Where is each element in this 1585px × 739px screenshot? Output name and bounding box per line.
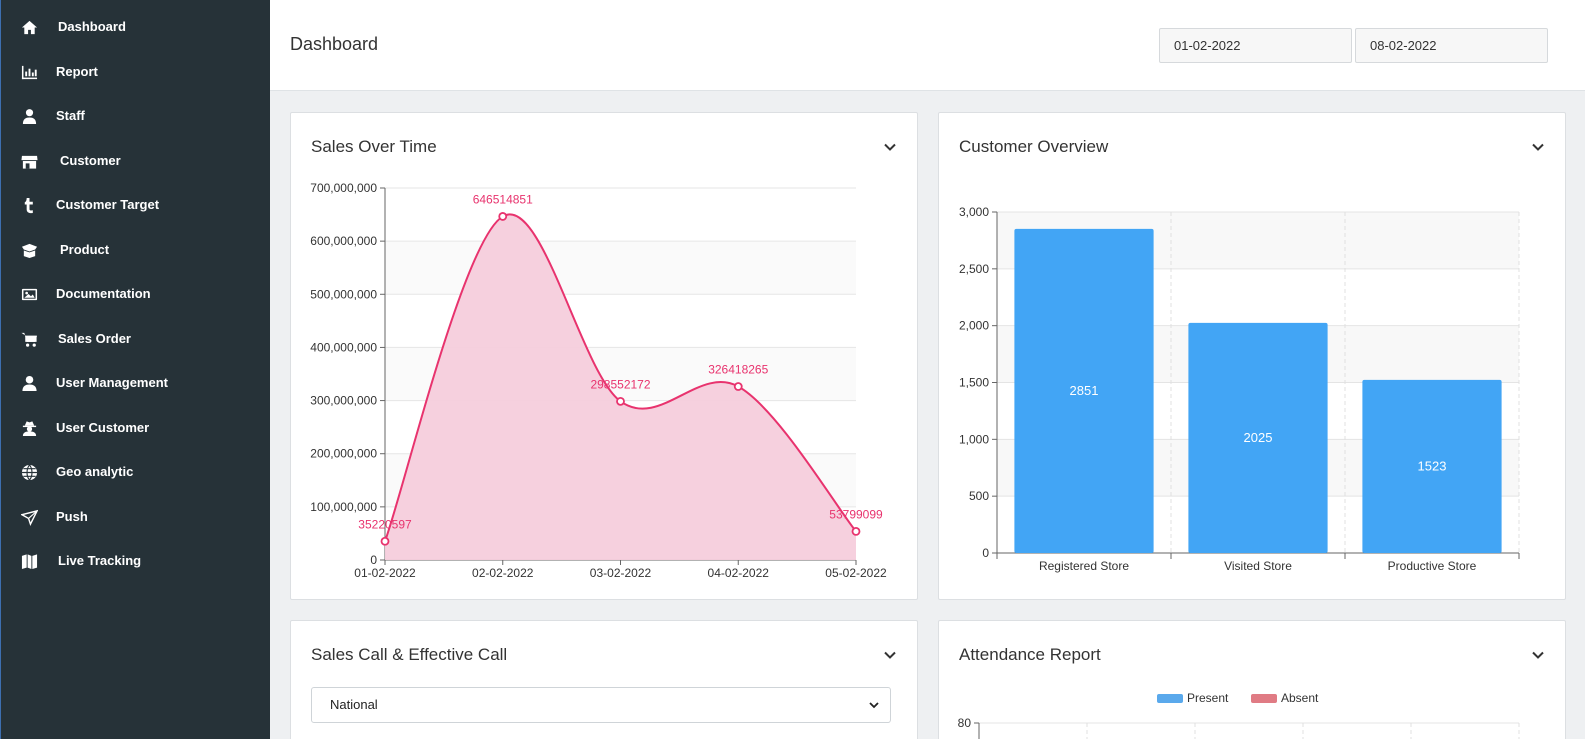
sidebar-item-dashboard[interactable]: Dashboard (1, 7, 271, 47)
sidebar-item-label: Sales Order (58, 331, 131, 346)
top-bar: Dashboard (270, 0, 1585, 91)
globe-icon (20, 463, 38, 481)
sales-data-label: 326418265 (708, 363, 768, 377)
sidebar-item-customer[interactable]: Customer (1, 141, 271, 181)
sidebar-item-label: Customer (60, 153, 121, 168)
legend-swatch-present (1157, 694, 1183, 703)
sidebar-item-user-customer[interactable]: User Customer (1, 408, 271, 448)
sidebar-item-label: Customer Target (56, 197, 160, 212)
customer-overview-card: Customer Overview 0 500 1,000 1,500 2,000 2,5… (938, 112, 1566, 600)
x-tick-label: 02-02-2022 (472, 566, 534, 580)
sidebar-item-push[interactable]: Push (1, 497, 271, 537)
y-tick-label: 0 (370, 553, 377, 567)
y-tick-label: 200,000,000 (310, 447, 377, 461)
sales-data-label: 646514851 (473, 192, 533, 206)
sidebar-item-label: Dashboard (58, 19, 126, 34)
sidebar-item-report[interactable]: Report (1, 52, 271, 92)
sales-data-label: 35220597 (358, 517, 412, 531)
region-select[interactable]: National (311, 687, 891, 723)
sidebar-item-customer-target[interactable]: Customer Target (1, 185, 271, 225)
attendance-chart: Present Absent 80 (958, 691, 1520, 739)
grid-band (385, 241, 856, 295)
sidebar-item-label: Product (60, 242, 110, 257)
paper-plane-icon (20, 508, 38, 526)
grid-band (385, 188, 856, 242)
sales-point (851, 527, 861, 536)
x-tick-label: Productive Store (1388, 559, 1477, 573)
bar-data-label: 2025 (1244, 430, 1273, 445)
sidebar-item-label: Documentation (56, 286, 151, 301)
sidebar: Dashboard Report Staff Customer Customer Tar… (0, 0, 270, 739)
x-tick-label: 01-02-2022 (354, 566, 416, 580)
customer-bar-chart: 0 500 1,000 1,500 2,000 2,500 3,000 2851 Registe… (959, 205, 1520, 573)
x-tick-label: Visited Store (1224, 559, 1292, 573)
attendance-card: Attendance Report Present Absent 80 (938, 620, 1566, 739)
user-icon (20, 374, 38, 392)
sidebar-item-documentation[interactable]: Documentation (1, 274, 271, 314)
map-icon (20, 552, 38, 570)
sidebar-item-label: User Management (56, 375, 168, 390)
y-tick-label: 1,000 (959, 432, 989, 446)
sales-data-label: 53799099 (829, 507, 883, 521)
y-tick-label: 80 (958, 716, 972, 730)
sidebar-item-label: User Customer (56, 420, 150, 435)
x-tick-label: 05-02-2022 (825, 566, 887, 580)
box-open-icon (20, 241, 38, 259)
chevron-down-icon (869, 702, 879, 709)
y-tick-label: 500 (969, 489, 989, 503)
y-tick-label: 600,000,000 (310, 234, 377, 248)
bar-chart-icon (20, 63, 38, 81)
chevron-down-icon[interactable] (883, 648, 897, 662)
sidebar-item-label: Staff (56, 108, 85, 123)
store-icon (20, 152, 38, 170)
tumblr-icon (20, 196, 38, 214)
sales-line-chart: 0 100,000,000 200,000,000 300,000,000 400,00… (310, 181, 887, 580)
user-secret-icon (20, 419, 38, 437)
sidebar-item-user-management[interactable]: User Management (1, 363, 271, 403)
y-tick-label: 2,000 (959, 319, 989, 333)
bar-data-label: 2851 (1070, 383, 1099, 398)
bar-data-label: 1523 (1418, 458, 1447, 473)
y-tick-label: 100,000,000 (310, 500, 377, 514)
y-tick-label: 0 (982, 546, 989, 560)
sidebar-item-label: Push (56, 509, 88, 524)
image-icon (20, 285, 38, 303)
page-title: Dashboard (290, 34, 379, 54)
x-tick-label: 04-02-2022 (708, 566, 770, 580)
sidebar-item-product[interactable]: Product (1, 230, 271, 270)
sales-call-card: Sales Call & Effective Call National (290, 620, 918, 739)
y-tick-label: 500,000,000 (310, 287, 377, 301)
sidebar-item-live-tracking[interactable]: Live Tracking (1, 541, 271, 581)
y-tick-label: 400,000,000 (310, 340, 377, 354)
home-icon (20, 18, 38, 36)
sidebar-item-staff[interactable]: Staff (1, 96, 271, 136)
sales-point (380, 536, 390, 546)
x-tick-label: Registered Store (1039, 559, 1129, 573)
date-from-input[interactable] (1159, 28, 1352, 63)
region-select-value: National (330, 697, 378, 712)
y-tick-label: 700,000,000 (310, 181, 377, 195)
legend-swatch-absent (1251, 694, 1277, 703)
sales-point (498, 212, 508, 221)
sidebar-item-label: Report (56, 64, 98, 79)
sales-data-label: 298552172 (590, 377, 650, 391)
sidebar-item-label: Geo analytic (56, 464, 134, 479)
cart-icon (20, 330, 38, 348)
staff-icon (20, 107, 38, 125)
y-tick-label: 1,500 (959, 376, 989, 390)
y-tick-label: 300,000,000 (310, 394, 377, 408)
sales-over-time-card: Sales Over Time 0 100,000,000 200,000,000 3… (290, 112, 918, 600)
sales-point (616, 396, 625, 406)
x-tick-label: 03-02-2022 (590, 566, 652, 580)
sidebar-item-sales-order[interactable]: Sales Order (1, 319, 271, 359)
legend-label-present: Present (1187, 691, 1229, 705)
legend-label-absent: Absent (1281, 691, 1319, 705)
sales-point (733, 382, 743, 391)
y-tick-label: 3,000 (959, 205, 989, 219)
date-to-input[interactable] (1355, 28, 1548, 63)
y-tick-label: 2,500 (959, 262, 989, 276)
sidebar-item-geo-analytic[interactable]: Geo analytic (1, 452, 271, 492)
sidebar-item-label: Live Tracking (58, 553, 142, 568)
sales-call-title: Sales Call & Effective Call (311, 645, 508, 664)
